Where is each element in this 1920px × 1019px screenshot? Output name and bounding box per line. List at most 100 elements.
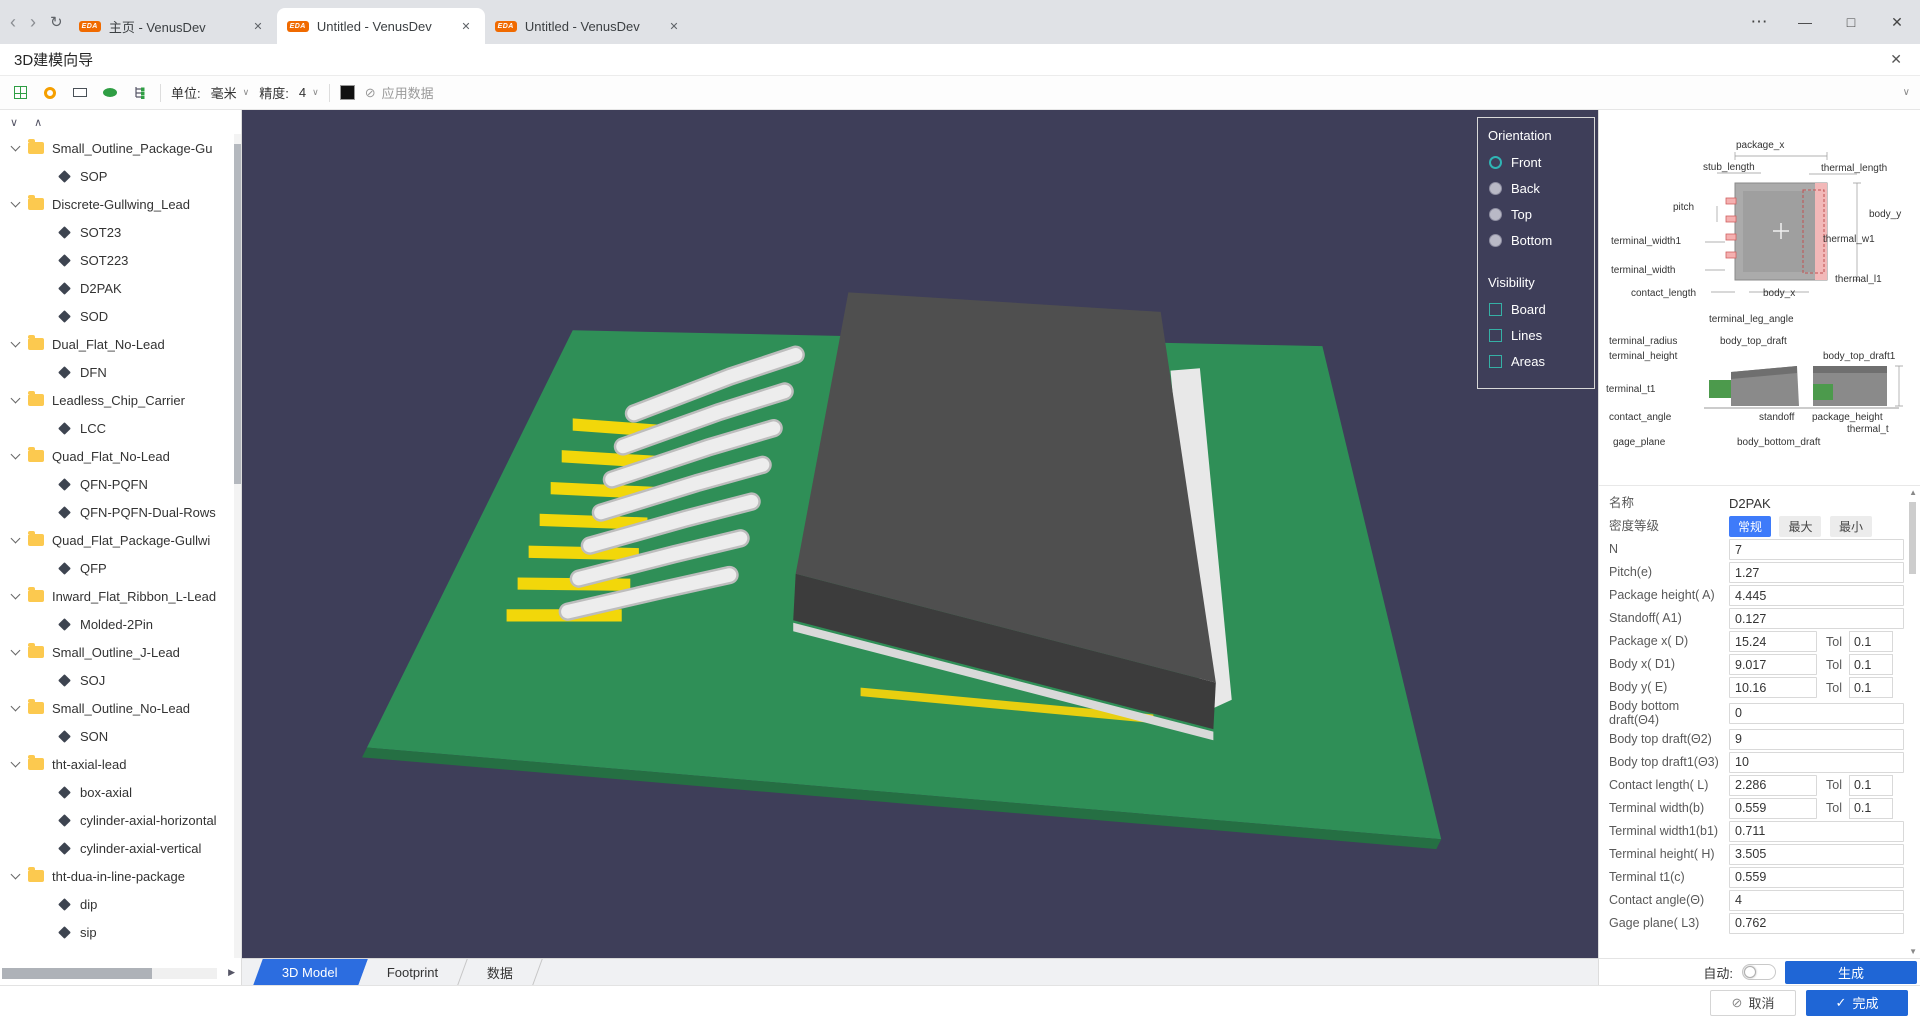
tree-item[interactable]: SON [0, 722, 241, 750]
tolerance-input[interactable] [1848, 677, 1893, 698]
tree-horizontal-scrollbar[interactable] [2, 968, 217, 979]
window-close-icon[interactable]: ✕ [1874, 0, 1920, 44]
density-option-button[interactable]: 常规 [1729, 516, 1772, 537]
param-value-input[interactable] [1729, 608, 1904, 629]
chevron-down-icon[interactable] [10, 337, 21, 348]
color-swatch[interactable] [339, 85, 355, 100]
auto-toggle[interactable] [1742, 964, 1776, 980]
chevron-down-icon[interactable] [10, 141, 21, 152]
tree-item[interactable]: Leadless_Chip_Carrier [0, 386, 241, 414]
tree-item[interactable]: QFN-PQFN [0, 470, 241, 498]
scrollbar-thumb[interactable] [234, 144, 241, 484]
tree-item[interactable]: Small_Outline_No-Lead [0, 694, 241, 722]
param-value-input[interactable] [1729, 631, 1817, 652]
scroll-down-icon[interactable]: ▼ [1909, 947, 1917, 956]
window-tab[interactable]: EDA 主页 - VenusDev ✕ [69, 8, 277, 44]
param-value-input[interactable] [1729, 654, 1817, 675]
param-value-input[interactable] [1729, 728, 1904, 750]
tab-close-icon[interactable]: ✕ [249, 18, 266, 35]
tree-item[interactable]: box-axial [0, 778, 241, 806]
expand-all-icon[interactable]: ∧ [34, 116, 42, 129]
minimize-icon[interactable]: — [1782, 0, 1828, 44]
param-value-input[interactable] [1729, 889, 1904, 911]
orientation-radio[interactable]: Front [1478, 149, 1594, 175]
param-value-input[interactable] [1729, 797, 1817, 819]
tree-item[interactable]: DFN [0, 358, 241, 386]
param-value-input[interactable] [1729, 702, 1904, 724]
dialog-close-icon[interactable]: ✕ [1886, 51, 1906, 68]
scroll-up-icon[interactable]: ▲ [1909, 488, 1917, 497]
finish-button[interactable]: ✓ 完成 [1806, 989, 1908, 1016]
grid-tool-icon[interactable] [10, 83, 30, 103]
tree-item[interactable]: Discrete-Gullwing_Lead [0, 190, 241, 218]
tree-item[interactable]: dip [0, 890, 241, 918]
visibility-checkbox-row[interactable]: Lines [1478, 322, 1594, 348]
hierarchy-tool-icon[interactable] [130, 83, 150, 103]
unit-select[interactable]: 毫米 [211, 83, 237, 102]
tree-item[interactable]: QFP [0, 554, 241, 582]
oval-pad-tool-icon[interactable] [100, 83, 120, 103]
maximize-icon[interactable]: □ [1828, 0, 1874, 44]
param-value-input[interactable] [1729, 751, 1904, 773]
params-vertical-scrollbar[interactable]: ▲ ▼ [1906, 488, 1918, 956]
tolerance-input[interactable] [1848, 631, 1893, 652]
param-value-input[interactable] [1729, 820, 1904, 842]
circle-pad-tool-icon[interactable] [40, 83, 60, 103]
chevron-down-icon[interactable] [10, 757, 21, 768]
3d-viewport[interactable]: Orientation Front Back Top Bottom Visibi… [242, 110, 1598, 958]
tab-close-icon[interactable]: ✕ [457, 18, 474, 35]
radio-icon[interactable] [1489, 155, 1502, 169]
tree-item[interactable]: SOJ [0, 666, 241, 694]
window-tab[interactable]: EDA Untitled - VenusDev ✕ [485, 8, 693, 44]
forward-icon[interactable]: › [30, 13, 36, 31]
tree-item[interactable]: QFN-PQFN-Dual-Rows [0, 498, 241, 526]
chevron-down-icon[interactable] [10, 701, 21, 712]
checkbox-icon[interactable] [1489, 354, 1502, 368]
param-value-input[interactable] [1729, 912, 1904, 934]
tree-item[interactable]: SOT23 [0, 218, 241, 246]
param-value-input[interactable] [1729, 866, 1904, 888]
tree-item[interactable]: SOD [0, 302, 241, 330]
more-menu-icon[interactable]: ⋯ [1736, 0, 1782, 44]
tolerance-input[interactable] [1848, 654, 1893, 675]
viewport-tab[interactable]: 数据 [458, 959, 543, 985]
chevron-down-icon[interactable] [10, 645, 21, 656]
param-value-input[interactable] [1729, 677, 1817, 698]
toolbar-collapse-icon[interactable]: ∨ [1903, 87, 1910, 98]
collapse-all-icon[interactable]: ∨ [10, 116, 18, 129]
checkbox-icon[interactable] [1489, 302, 1502, 316]
visibility-checkbox-row[interactable]: Board [1478, 296, 1594, 322]
tree-item[interactable]: tht-axial-lead [0, 750, 241, 778]
param-value-input[interactable] [1729, 539, 1904, 560]
scrollbar-thumb[interactable] [2, 968, 152, 979]
param-value-input[interactable] [1729, 843, 1904, 865]
3d-scene-canvas[interactable] [242, 110, 1598, 958]
tree-item[interactable]: Quad_Flat_No-Lead [0, 442, 241, 470]
orientation-radio[interactable]: Back [1478, 175, 1594, 201]
density-option-button[interactable]: 最大 [1779, 516, 1822, 537]
cancel-button[interactable]: ⊘ 取消 [1710, 989, 1796, 1016]
back-icon[interactable]: ‹ [10, 13, 16, 31]
tree-item[interactable]: Small_Outline_Package-Gu [0, 134, 241, 162]
tree-item[interactable]: cylinder-axial-vertical [0, 834, 241, 862]
radio-icon[interactable] [1489, 207, 1502, 221]
tree-item[interactable]: sip [0, 918, 241, 946]
window-tab[interactable]: EDA Untitled - VenusDev ✕ [276, 8, 485, 44]
chevron-down-icon[interactable] [10, 869, 21, 880]
param-value-input[interactable] [1729, 774, 1817, 796]
param-value-input[interactable] [1729, 562, 1904, 583]
tree-item[interactable]: SOT223 [0, 246, 241, 274]
apply-data-button[interactable]: ⊘ 应用数据 [365, 83, 434, 102]
tree-item[interactable]: cylinder-axial-horizontal [0, 806, 241, 834]
viewport-tab[interactable]: Footprint [357, 959, 468, 985]
chevron-down-icon[interactable]: ∨ [312, 87, 319, 98]
chevron-down-icon[interactable] [10, 589, 21, 600]
chevron-down-icon[interactable] [10, 449, 21, 460]
orientation-radio[interactable]: Bottom [1478, 227, 1594, 253]
tolerance-input[interactable] [1848, 797, 1893, 819]
tree-item[interactable]: tht-dua-in-line-package [0, 862, 241, 890]
tab-close-icon[interactable]: ✕ [665, 18, 682, 35]
chevron-down-icon[interactable] [10, 533, 21, 544]
checkbox-icon[interactable] [1489, 328, 1502, 342]
tree-vertical-scrollbar[interactable] [234, 134, 241, 958]
